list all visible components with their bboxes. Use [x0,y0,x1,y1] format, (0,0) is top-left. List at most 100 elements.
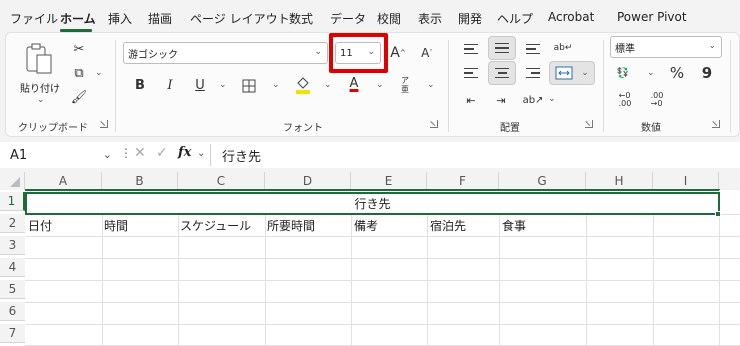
format-painter-icon[interactable]: 🖌 [70,88,88,106]
increase-font-size-button[interactable]: A ^ [389,44,407,62]
increase-indent-icon[interactable]: ⇥ [490,90,512,110]
font-color-dropdown-chevron-icon[interactable]: ⌄ [376,80,384,90]
paste-button[interactable] [22,42,56,78]
menu-review[interactable]: 校閲 [377,10,401,27]
cell-b2[interactable]: 時間 [104,217,128,234]
row-header[interactable]: 2 [0,214,25,233]
cell-a2[interactable]: 日付 [28,217,52,234]
percent-style-button[interactable]: % [668,63,686,83]
phonetic-guide-button[interactable]: ア亜 [398,74,412,96]
bold-button[interactable]: B [132,77,148,93]
paste-dropdown-chevron-icon[interactable]: ⌄ [37,95,45,105]
column-header[interactable]: C [178,172,265,190]
chevron-down-icon: ⌄ [314,47,322,57]
menu-draw[interactable]: 描画 [148,10,172,27]
menu-formulas[interactable]: 数式 [289,10,313,27]
menu-acrobat[interactable]: Acrobat [548,10,594,24]
align-right-icon[interactable] [522,62,544,84]
borders-dropdown-chevron-icon[interactable]: ⌄ [272,80,280,90]
font-name-dropdown[interactable]: 游ゴシック ⌄ [123,42,328,64]
clipboard-launcher-icon[interactable] [100,120,108,128]
select-all-corner[interactable] [0,172,25,190]
align-left-icon[interactable] [460,62,482,84]
orientation-icon[interactable]: ab↗ [522,90,544,110]
column-header[interactable]: I [653,172,719,190]
menu-help[interactable]: ヘルプ [497,10,533,27]
row-gridline [25,236,740,237]
menu-power-pivot[interactable]: Power Pivot [617,10,687,24]
italic-button[interactable]: I [162,77,178,93]
cell-d2[interactable]: 所要時間 [267,217,315,234]
number-launcher-icon[interactable] [712,120,720,128]
font-group-label: フォント [283,123,323,134]
column-header[interactable]: B [102,172,178,190]
align-top-icon[interactable] [460,38,482,60]
chevron-down-icon: ⌄ [708,41,716,51]
column-header[interactable]: A [25,172,102,190]
comma-style-button[interactable]: 9 [700,63,714,83]
row-header[interactable]: 5 [0,280,25,299]
underline-dropdown-chevron-icon[interactable]: ⌄ [219,80,227,90]
alignment-launcher-icon[interactable] [585,120,593,128]
copy-icon[interactable]: ⧉ [70,64,88,82]
increase-decimal-icon[interactable]: ←0.00 [614,90,636,110]
decrease-indent-icon[interactable]: ⇤ [460,90,482,110]
copy-dropdown-chevron-icon[interactable]: ⌄ [95,68,103,78]
align-center-icon[interactable] [488,61,516,85]
column-gridline [427,214,428,346]
cell-c2[interactable]: スケジュール [180,217,251,234]
borders-icon[interactable] [240,77,258,95]
merged-title-text: 行き先 [354,197,391,211]
merge-center-button[interactable]: ⌄ [549,61,595,85]
menu-data[interactable]: データ [330,10,366,27]
menu-home[interactable]: ホーム [60,10,96,27]
column-header[interactable]: F [427,172,499,190]
orientation-dropdown-chevron-icon[interactable]: ⌄ [548,94,556,104]
number-format-dropdown[interactable]: 標準 ⌄ [610,36,722,58]
decrease-decimal-icon[interactable]: .00 →0 [646,90,668,110]
enter-icon[interactable]: ✓ [156,145,168,161]
font-launcher-icon[interactable] [430,120,438,128]
formula-content[interactable]: 行き先 [222,146,261,165]
number-format-value: 標準 [615,43,635,55]
column-gridline [351,214,352,346]
currency-format-icon[interactable]: 💱 [613,64,633,82]
column-header[interactable]: H [586,172,653,190]
font-color-button[interactable]: A [346,74,362,94]
column-header[interactable]: E [351,172,427,190]
insert-function-button[interactable]: fx [178,145,191,160]
fill-color-icon[interactable] [294,74,312,94]
merged-title-cell[interactable]: 行き先 [25,192,720,215]
cell-g2[interactable]: 食事 [502,217,526,234]
phonetic-dropdown-chevron-icon[interactable]: ⌄ [427,80,435,90]
row-header[interactable]: 6 [0,302,25,321]
wrap-text-icon[interactable]: ab↵ [552,36,574,60]
underline-button[interactable]: U [192,77,208,93]
cell-f2[interactable]: 宿泊先 [430,217,466,234]
column-header[interactable]: D [265,172,351,190]
menu-developer[interactable]: 開発 [458,10,482,27]
menu-page-layout[interactable]: ページ レイアウト [190,10,290,27]
decrease-font-size-button[interactable]: Aˇ [418,44,436,62]
cell-e2[interactable]: 備考 [354,217,378,234]
currency-dropdown-chevron-icon[interactable]: ⌄ [647,68,655,78]
fill-color-dropdown-chevron-icon[interactable]: ⌄ [324,80,332,90]
row-header[interactable]: 4 [0,258,25,277]
menu-insert[interactable]: 挿入 [108,10,132,27]
row-header[interactable]: 3 [0,236,25,255]
align-bottom-icon[interactable] [522,38,544,60]
cut-icon[interactable]: ✂ [70,40,88,58]
cancel-icon[interactable]: ✕ [134,145,146,161]
row-header[interactable]: 1 [0,192,25,211]
fx-dropdown-chevron-icon[interactable]: ⌄ [197,148,205,159]
more-options-icon[interactable]: ⋮ [120,146,132,160]
name-box[interactable]: A1 ⌄ [6,145,116,165]
row-gridline [25,280,740,281]
clipboard-group-label: クリップボード [18,123,88,134]
column-header[interactable]: G [499,172,586,190]
align-middle-icon[interactable] [488,36,516,60]
row-header[interactable]: 7 [0,324,25,343]
fill-handle[interactable] [715,211,721,217]
menu-view[interactable]: 表示 [418,10,442,27]
menu-file[interactable]: ファイル [10,10,58,27]
